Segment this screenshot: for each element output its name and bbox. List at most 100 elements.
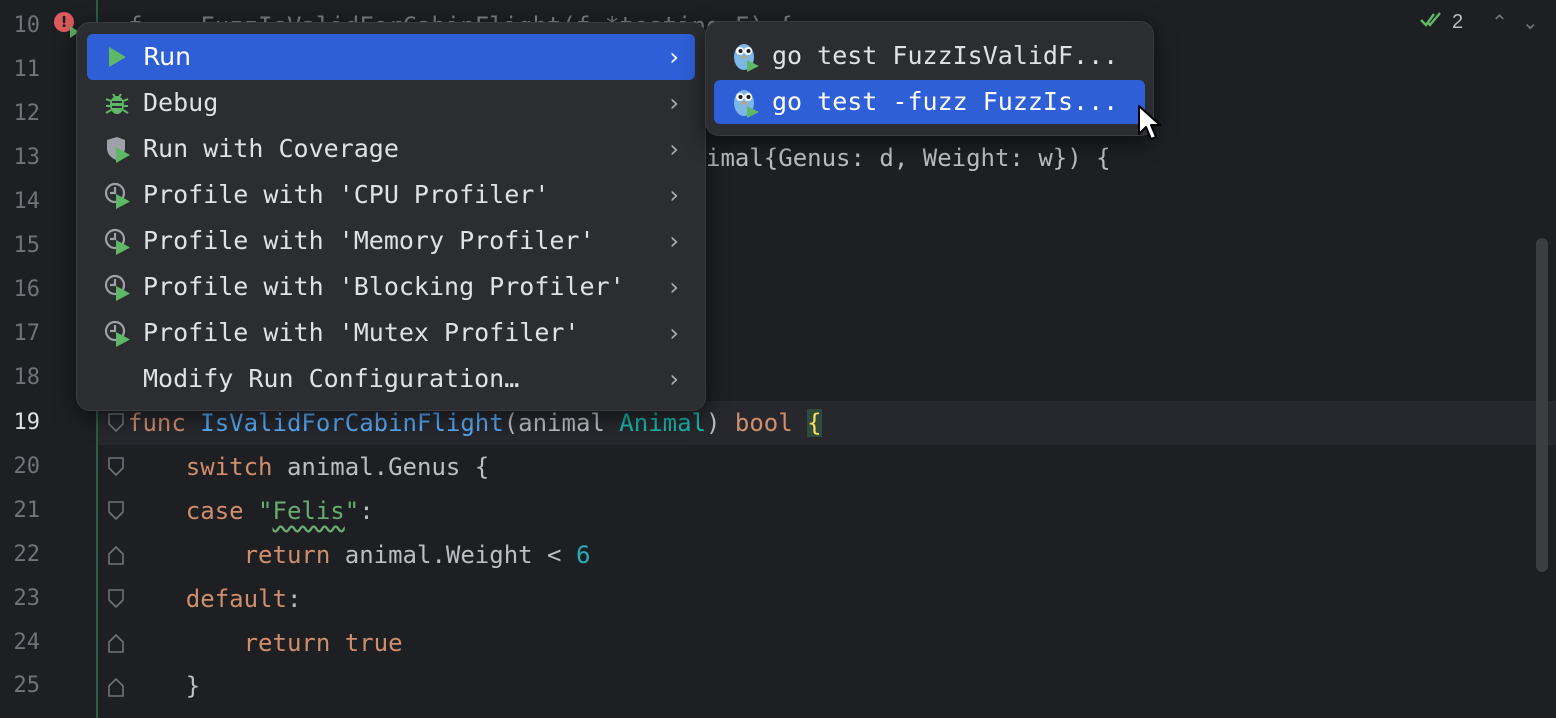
chevron-right-icon: › — [669, 43, 679, 71]
menu-item-label: Profile with 'Memory Profiler' — [143, 226, 595, 255]
next-highlight-icon[interactable]: ⌄ — [1522, 4, 1539, 40]
function-name: IsValidForCabinFlight — [200, 409, 504, 437]
line-number: 15 — [13, 233, 41, 258]
coverage-icon — [103, 135, 131, 163]
run-icon — [103, 43, 131, 71]
keyword: return — [243, 541, 331, 569]
keyword: return — [243, 629, 331, 657]
line-number: 11 — [13, 57, 41, 82]
fold-open-icon[interactable] — [107, 456, 125, 478]
inspection-widget[interactable]: 2 ⌃ ⌄ — [1406, 4, 1556, 40]
keyword: switch — [185, 453, 273, 481]
code-line-21: case "Felis": — [128, 489, 374, 533]
param-name: animal — [518, 409, 605, 437]
keyword: func — [128, 409, 186, 437]
line-number: 23 — [13, 586, 41, 611]
menu-item-label: Profile with 'Blocking Profiler' — [143, 272, 625, 301]
chevron-right-icon: › — [669, 319, 679, 347]
type-name: Animal — [619, 409, 706, 437]
line-number: 24 — [13, 630, 41, 655]
menu-item-label: Modify Run Configuration… — [143, 364, 520, 393]
run-submenu: go test FuzzIsValidF... go test -fuzz Fu… — [705, 21, 1154, 136]
line-number: 12 — [13, 101, 41, 126]
menu-item-debug[interactable]: Debug › — [87, 80, 695, 126]
chevron-right-icon: › — [669, 227, 679, 255]
brace: { — [474, 453, 490, 481]
colon: : — [286, 585, 302, 613]
fold-close-icon[interactable] — [107, 632, 125, 654]
line-number: 20 — [13, 454, 41, 479]
menu-item-label: Debug — [143, 88, 219, 117]
brace: } — [185, 672, 201, 700]
expression: animal.Weight < — [344, 541, 576, 569]
string-quote: " — [344, 497, 360, 525]
expression: animal.Genus — [286, 453, 461, 481]
line-number: 25 — [13, 673, 41, 698]
code-line-24: return true — [128, 621, 403, 665]
chevron-right-icon: › — [669, 181, 679, 209]
menu-item-run[interactable]: Run › — [87, 34, 695, 80]
menu-item-profile-mutex[interactable]: Profile with 'Mutex Profiler' › — [87, 310, 695, 356]
submenu-item-label: go test FuzzIsValidF... — [772, 41, 1119, 70]
line-number: 22 — [13, 542, 41, 567]
profiler-icon — [103, 273, 131, 301]
number-literal: 6 — [575, 541, 591, 569]
inspection-count: 2 — [1452, 11, 1464, 33]
bool-literal: true — [344, 629, 403, 657]
paren: ( — [503, 409, 519, 437]
code-line-13-fragment: imal{Genus: d, Weight: w}) { — [706, 144, 1111, 172]
keyword: default — [185, 585, 287, 613]
line-number: 14 — [13, 189, 41, 214]
line-number: 13 — [13, 145, 41, 170]
submenu-item-go-test-fuzz[interactable]: go test -fuzz FuzzIs... — [714, 80, 1145, 124]
menu-item-modify-run-configuration[interactable]: Modify Run Configuration… › — [87, 356, 695, 402]
line-number: 16 — [13, 277, 41, 302]
line-number: 10 — [13, 13, 41, 38]
code-line-22: return animal.Weight < 6 — [128, 533, 591, 577]
gopher-icon — [730, 40, 760, 72]
previous-highlight-icon[interactable]: ⌃ — [1491, 4, 1508, 40]
menu-item-label: Profile with 'Mutex Profiler' — [143, 318, 580, 347]
menu-item-profile-cpu[interactable]: Profile with 'CPU Profiler' › — [87, 172, 695, 218]
menu-item-label: Run with Coverage — [143, 134, 399, 163]
code-line-20: switch animal.Genus { — [128, 445, 489, 489]
fold-open-icon[interactable] — [107, 588, 125, 610]
menu-item-label: Run — [143, 42, 191, 71]
double-check-icon — [1420, 10, 1442, 34]
chevron-right-icon: › — [669, 135, 679, 163]
gopher-icon — [730, 86, 760, 118]
line-number: 21 — [13, 498, 41, 523]
fold-close-icon[interactable] — [107, 676, 125, 698]
fold-open-icon[interactable] — [107, 412, 125, 434]
vertical-scrollbar[interactable] — [1536, 238, 1548, 572]
submenu-item-label: go test -fuzz FuzzIs... — [772, 87, 1119, 116]
profiler-icon — [103, 319, 131, 347]
fold-open-icon[interactable] — [107, 500, 125, 522]
chevron-right-icon: › — [669, 365, 679, 393]
paren: ) — [706, 409, 721, 437]
menu-item-run-with-coverage[interactable]: Run with Coverage › — [87, 126, 695, 172]
profiler-icon — [103, 181, 131, 209]
run-context-menu: Run › Debug › Run with Coverage › Profil… — [76, 22, 706, 411]
colon: : — [359, 497, 374, 525]
line-number: 17 — [13, 321, 41, 346]
line-number-current: 19 — [13, 410, 41, 435]
debug-icon — [103, 89, 131, 117]
keyword: case — [185, 497, 244, 525]
code-line-23: default: — [128, 577, 302, 621]
menu-item-profile-blocking[interactable]: Profile with 'Blocking Profiler' › — [87, 264, 695, 310]
chevron-right-icon: › — [669, 273, 679, 301]
profiler-icon — [103, 227, 131, 255]
matched-brace: { — [807, 409, 822, 437]
return-type: bool — [734, 409, 793, 437]
fold-close-icon[interactable] — [107, 544, 125, 566]
line-number: 18 — [13, 365, 41, 390]
mouse-pointer-icon — [1137, 104, 1163, 144]
menu-item-profile-memory[interactable]: Profile with 'Memory Profiler' › — [87, 218, 695, 264]
string-literal: Felis — [272, 497, 345, 525]
string-quote: " — [258, 497, 273, 525]
chevron-right-icon: › — [669, 89, 679, 117]
submenu-item-go-test[interactable]: go test FuzzIsValidF... — [714, 34, 1145, 78]
menu-item-label: Profile with 'CPU Profiler' — [143, 180, 550, 209]
code-line-25: } — [128, 664, 200, 708]
